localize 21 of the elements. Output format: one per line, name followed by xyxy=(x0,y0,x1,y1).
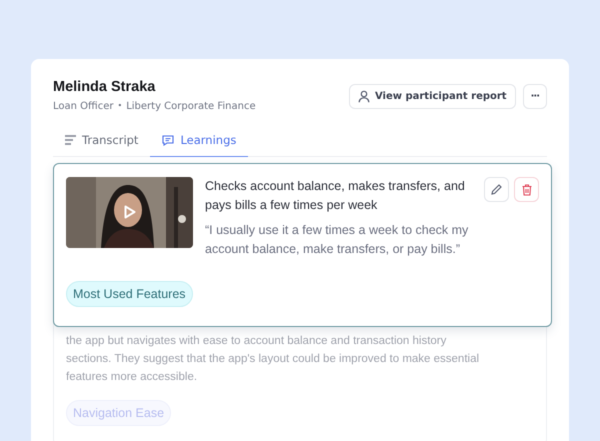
learning-quote: “I usually use it a few times a week to check my account balance, make transfers, or pay bills.” xyxy=(205,222,470,258)
separator: • xyxy=(117,101,122,112)
person-icon xyxy=(358,90,370,103)
delete-button[interactable] xyxy=(514,177,539,202)
learning-title: Checks account balance, makes transfers, and pays bills a few times per week xyxy=(205,178,466,214)
tag: Most Used Features xyxy=(66,281,193,307)
trash-icon xyxy=(522,184,532,196)
pencil-icon xyxy=(491,184,502,195)
edit-button[interactable] xyxy=(484,177,509,202)
document-icon xyxy=(65,135,76,145)
more-button[interactable]: ··· xyxy=(522,84,547,109)
chat-icon xyxy=(162,134,174,146)
tab[interactable]: Learnings xyxy=(150,128,248,157)
play-icon[interactable] xyxy=(124,205,136,219)
learning-summary: the app but navigates with ease to account balance and transaction history sections. They suggest that the app's layout could be improved to make essential features more accessible. xyxy=(66,334,480,385)
participant-role: Loan Officer xyxy=(53,101,114,112)
company-name: Liberty Corporate Finance xyxy=(126,101,256,112)
tab[interactable]: Transcript xyxy=(53,128,150,157)
participant-name: Melinda Straka xyxy=(53,79,156,95)
tag: Navigation Ease xyxy=(66,400,172,426)
view-report-button[interactable]: View participant report xyxy=(348,84,516,109)
